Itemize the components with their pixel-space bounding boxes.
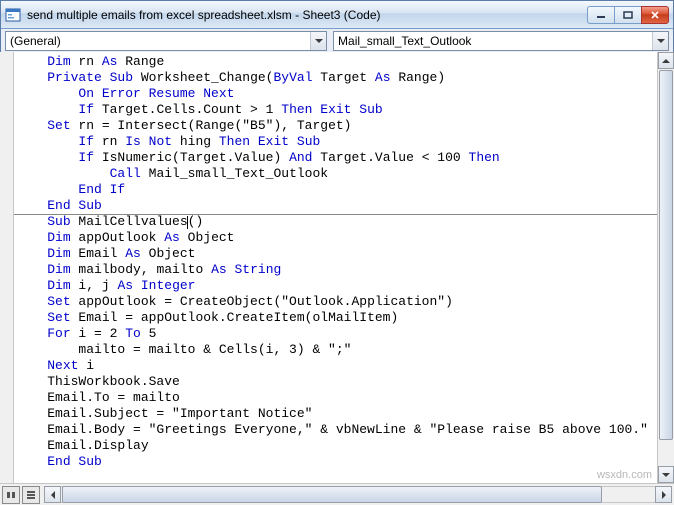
chevron-down-icon xyxy=(652,32,668,50)
minimize-button[interactable] xyxy=(587,6,615,24)
code-line: Email.Subject = "Important Notice" xyxy=(16,406,657,422)
margin-indicator-bar xyxy=(0,52,14,483)
maximize-button[interactable] xyxy=(614,6,642,24)
code-line: ThisWorkbook.Save xyxy=(16,374,657,390)
bottom-bar xyxy=(0,483,674,505)
chevron-down-icon xyxy=(310,32,326,50)
scroll-up-button[interactable] xyxy=(658,52,674,69)
code-line: End If xyxy=(16,182,657,198)
vertical-scroll-thumb[interactable] xyxy=(659,70,673,440)
code-line: On Error Resume Next xyxy=(16,86,657,102)
code-line: Private Sub Worksheet_Change(ByVal Targe… xyxy=(16,70,657,86)
code-line: Dim mailbody, mailto As String xyxy=(16,262,657,278)
procedure-view-button[interactable] xyxy=(2,486,20,504)
code-line: Dim rn As Range xyxy=(16,54,657,70)
procedure-dropdown-value: Mail_small_Text_Outlook xyxy=(338,34,471,48)
code-line: Set rn = Intersect(Range("B5"), Target) xyxy=(16,118,657,134)
object-dropdown-value: (General) xyxy=(10,34,61,48)
code-line: Sub MailCellvalues() xyxy=(16,214,657,230)
code-line: Set appOutlook = CreateObject("Outlook.A… xyxy=(16,294,657,310)
code-line: End Sub xyxy=(16,198,657,214)
view-buttons xyxy=(0,484,40,505)
code-line: Call Mail_small_Text_Outlook xyxy=(16,166,657,182)
code-line: Dim Email As Object xyxy=(16,246,657,262)
code-editor[interactable]: Dim rn As Range Private Sub Worksheet_Ch… xyxy=(14,52,657,483)
full-module-view-button[interactable] xyxy=(22,486,40,504)
code-area: Dim rn As Range Private Sub Worksheet_Ch… xyxy=(0,52,674,483)
scroll-right-button[interactable] xyxy=(655,486,672,503)
object-dropdown[interactable]: (General) xyxy=(5,31,327,51)
vertical-scrollbar[interactable] xyxy=(657,52,674,483)
code-line: Email.Display xyxy=(16,438,657,454)
code-line: Next i xyxy=(16,358,657,374)
code-line: Set Email = appOutlook.CreateItem(olMail… xyxy=(16,310,657,326)
title-bar: send multiple emails from excel spreadsh… xyxy=(1,1,673,29)
watermark: wsxdn.com xyxy=(597,469,652,481)
declarations-bar: (General) Mail_small_Text_Outlook xyxy=(1,29,673,53)
app-icon xyxy=(5,7,21,23)
scroll-down-button[interactable] xyxy=(658,466,674,483)
window-title: send multiple emails from excel spreadsh… xyxy=(27,8,588,22)
scroll-left-button[interactable] xyxy=(44,486,61,503)
code-line: Email.Body = "Greetings Everyone," & vbN… xyxy=(16,422,657,438)
procedure-divider xyxy=(14,214,657,215)
code-line: If rn Is Not hing Then Exit Sub xyxy=(16,134,657,150)
horizontal-scroll-thumb[interactable] xyxy=(62,486,602,503)
code-line: If IsNumeric(Target.Value) And Target.Va… xyxy=(16,150,657,166)
procedure-dropdown[interactable]: Mail_small_Text_Outlook xyxy=(333,31,669,51)
code-line: mailto = mailto & Cells(i, 3) & ";" xyxy=(16,342,657,358)
code-line: Dim appOutlook As Object xyxy=(16,230,657,246)
code-line: For i = 2 To 5 xyxy=(16,326,657,342)
code-line: Dim i, j As Integer xyxy=(16,278,657,294)
code-line: If Target.Cells.Count > 1 Then Exit Sub xyxy=(16,102,657,118)
close-button[interactable] xyxy=(641,6,669,24)
code-line: End Sub xyxy=(16,454,657,470)
window-controls xyxy=(588,6,669,24)
horizontal-scrollbar[interactable] xyxy=(44,486,672,503)
code-line: Email.To = mailto xyxy=(16,390,657,406)
